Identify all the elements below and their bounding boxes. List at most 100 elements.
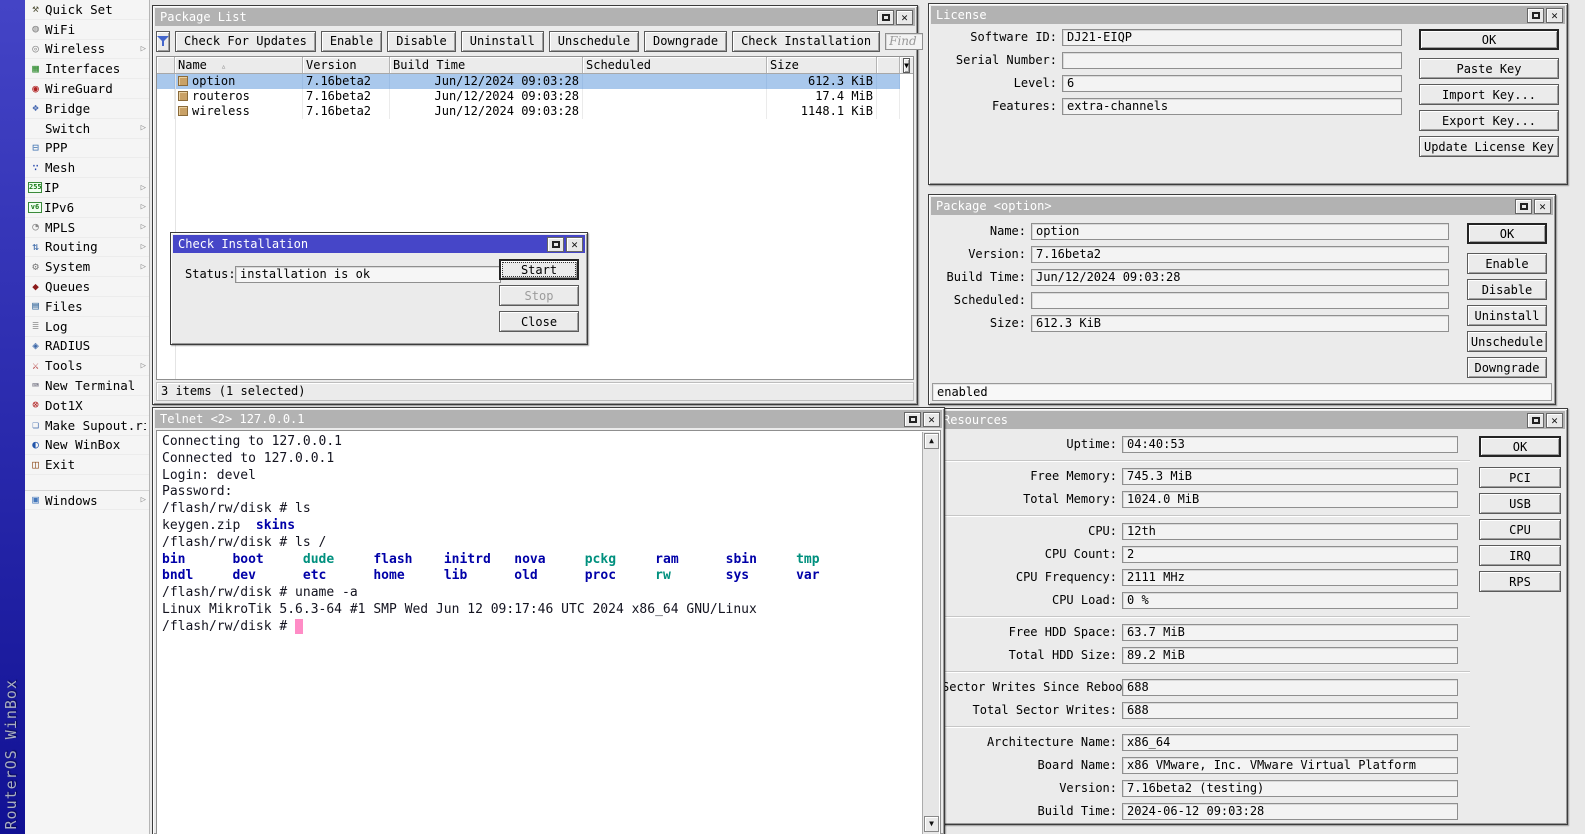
column-header-size[interactable]: Size: [767, 57, 877, 73]
uninstall-button[interactable]: Uninstall: [1467, 305, 1547, 326]
sidebar-item-new-terminal[interactable]: ⌨New Terminal: [25, 376, 149, 396]
sidebar-item-routing[interactable]: ⇅Routing▷: [25, 238, 149, 258]
sidebar-item-tools[interactable]: ⚔Tools▷: [25, 356, 149, 376]
sidebar-item-ipv6[interactable]: v6IPv6▷: [25, 198, 149, 218]
check-installation-titlebar[interactable]: Check Installation ✕: [173, 235, 585, 253]
resources-titlebar[interactable]: Resources ✕: [938, 411, 1565, 429]
column-header-scheduled[interactable]: Scheduled: [583, 57, 767, 73]
cpu-load-field[interactable]: 0 %: [1122, 592, 1458, 609]
build-time-field[interactable]: Jun/12/2024 09:03:28: [1031, 269, 1449, 286]
software-id-field[interactable]: DJ21-EIQP: [1062, 29, 1402, 46]
telnet-titlebar[interactable]: Telnet <2> 127.0.0.1 ✕: [155, 410, 942, 428]
sidebar-item-mpls[interactable]: ◔MPLS▷: [25, 218, 149, 238]
maximize-button[interactable]: [1527, 8, 1544, 23]
import-key-button[interactable]: Import Key...: [1419, 84, 1559, 105]
table-row-option[interactable]: option7.16beta2Jun/12/2024 09:03:28612.3…: [157, 74, 900, 89]
free-hdd-space-field[interactable]: 63.7 MiB: [1122, 624, 1458, 641]
sector-writes-since-reboot-field[interactable]: 688: [1122, 679, 1458, 696]
close-button[interactable]: ✕: [896, 10, 913, 25]
cpu-field[interactable]: 12th: [1122, 523, 1458, 540]
close-button[interactable]: ✕: [1546, 413, 1563, 428]
package-option-titlebar[interactable]: Package <option> ✕: [931, 197, 1553, 215]
scheduled-field[interactable]: [1031, 292, 1449, 309]
pci-button[interactable]: PCI: [1479, 467, 1561, 488]
close-button-dialog[interactable]: Close: [499, 311, 579, 332]
table-row-wireless[interactable]: wireless7.16beta2Jun/12/2024 09:03:28114…: [157, 104, 900, 119]
disable-button[interactable]: Disable: [387, 31, 456, 52]
close-button[interactable]: ✕: [1546, 8, 1563, 23]
architecture-name-field[interactable]: x86_64: [1122, 734, 1458, 751]
unschedule-button[interactable]: Unschedule: [549, 31, 639, 52]
downgrade-button[interactable]: Downgrade: [1467, 357, 1547, 378]
paste-key-button[interactable]: Paste Key: [1419, 58, 1559, 79]
close-button[interactable]: ✕: [1534, 199, 1551, 214]
sidebar-item-quick-set[interactable]: ⚒Quick Set: [25, 0, 149, 20]
filter-button[interactable]: [156, 31, 170, 52]
sidebar-item-switch[interactable]: Switch▷: [25, 119, 149, 139]
sidebar-item-dot1x[interactable]: ⊗Dot1X: [25, 396, 149, 416]
column-header-name[interactable]: Name▵: [175, 57, 303, 73]
scroll-down-icon[interactable]: ▼: [924, 816, 939, 832]
size-field[interactable]: 612.3 KiB: [1031, 315, 1449, 332]
sidebar-item-mesh[interactable]: ∵Mesh: [25, 158, 149, 178]
sidebar-item-files[interactable]: ▤Files: [25, 297, 149, 317]
sidebar-item-wireguard[interactable]: ◉WireGuard: [25, 79, 149, 99]
total-sector-writes-field[interactable]: 688: [1122, 702, 1458, 719]
sidebar-item-ip[interactable]: 255IP▷: [25, 178, 149, 198]
ok-button[interactable]: OK: [1419, 29, 1559, 50]
table-row-routeros[interactable]: routeros7.16beta2Jun/12/2024 09:03:2817.…: [157, 89, 900, 104]
sidebar-item-system[interactable]: ⚙System▷: [25, 257, 149, 277]
version-field[interactable]: 7.16beta2 (testing): [1122, 780, 1458, 797]
column-header-build-time[interactable]: Build Time: [390, 57, 583, 73]
sidebar-item-windows[interactable]: ▣Windows▷: [25, 490, 149, 510]
scroll-up-icon[interactable]: ▲: [924, 433, 939, 449]
enable-button[interactable]: Enable: [321, 31, 382, 52]
update-license-key-button[interactable]: Update License Key: [1419, 136, 1559, 157]
total-hdd-size-field[interactable]: 89.2 MiB: [1122, 647, 1458, 664]
find-input[interactable]: [885, 33, 923, 50]
sidebar-item-new-winbox[interactable]: ◐New WinBox: [25, 436, 149, 456]
cpu-button[interactable]: CPU: [1479, 519, 1561, 540]
name-field[interactable]: option: [1031, 223, 1449, 240]
sidebar-item-log[interactable]: ≣Log: [25, 317, 149, 337]
column-header-version[interactable]: Version: [303, 57, 390, 73]
start-button[interactable]: Start: [499, 259, 579, 280]
irq-button[interactable]: IRQ: [1479, 545, 1561, 566]
total-memory-field[interactable]: 1024.0 MiB: [1122, 491, 1458, 508]
status-field[interactable]: installation is ok: [235, 266, 501, 283]
sidebar-item-wifi[interactable]: ◍WiFi: [25, 20, 149, 40]
telnet-scrollbar[interactable]: ▲ ▼: [922, 432, 939, 834]
disable-button[interactable]: Disable: [1467, 279, 1547, 300]
maximize-button[interactable]: [1515, 199, 1532, 214]
rps-button[interactable]: RPS: [1479, 571, 1561, 592]
sidebar-item-wireless[interactable]: ◎Wireless▷: [25, 40, 149, 60]
maximize-button[interactable]: [904, 412, 921, 427]
sidebar-item-radius[interactable]: ◈RADIUS: [25, 337, 149, 357]
package-list-titlebar[interactable]: Package List ✕: [155, 8, 915, 26]
level-field[interactable]: 6: [1062, 75, 1402, 92]
uninstall-button[interactable]: Uninstall: [461, 31, 544, 52]
ok-button[interactable]: OK: [1467, 223, 1547, 244]
column-menu-button[interactable]: ▼: [903, 58, 910, 73]
maximize-button[interactable]: [877, 10, 894, 25]
board-name-field[interactable]: x86 VMware, Inc. VMware Virtual Platform: [1122, 757, 1458, 774]
uptime-field[interactable]: 04:40:53: [1122, 436, 1458, 453]
maximize-button[interactable]: [1527, 413, 1544, 428]
sidebar-item-exit[interactable]: ◫Exit: [25, 455, 149, 475]
close-button[interactable]: ✕: [566, 237, 583, 252]
close-button[interactable]: ✕: [923, 412, 940, 427]
sidebar-item-make-supout-rif[interactable]: ❏Make Supout.rif: [25, 416, 149, 436]
sidebar-item-interfaces[interactable]: ▦Interfaces: [25, 59, 149, 79]
sidebar-item-queues[interactable]: ◆Queues: [25, 277, 149, 297]
enable-button[interactable]: Enable: [1467, 253, 1547, 274]
cpu-frequency-field[interactable]: 2111 MHz: [1122, 569, 1458, 586]
maximize-button[interactable]: [547, 237, 564, 252]
free-memory-field[interactable]: 745.3 MiB: [1122, 468, 1458, 485]
build-time-field[interactable]: 2024-06-12 09:03:28: [1122, 803, 1458, 820]
serial-number-field[interactable]: [1062, 52, 1402, 69]
ok-button[interactable]: OK: [1479, 436, 1561, 457]
unschedule-button[interactable]: Unschedule: [1467, 331, 1547, 352]
export-key-button[interactable]: Export Key...: [1419, 110, 1559, 131]
check-for-updates-button[interactable]: Check For Updates: [175, 31, 316, 52]
downgrade-button[interactable]: Downgrade: [644, 31, 727, 52]
